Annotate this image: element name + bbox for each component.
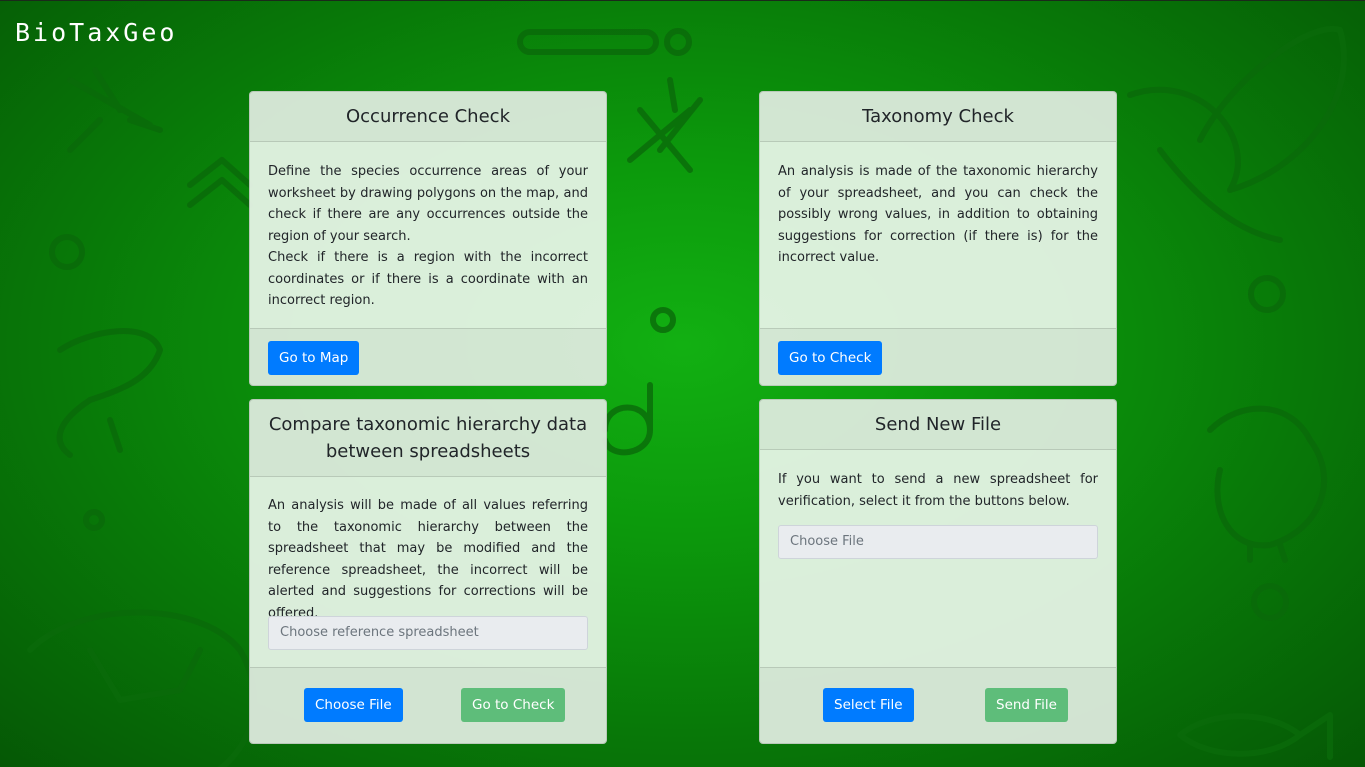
snail-decoration bbox=[602, 382, 653, 456]
turtle-decoration bbox=[27, 609, 257, 767]
send-new-file-card: Send New File If you want to send a new … bbox=[759, 399, 1117, 744]
new-file-placeholder: Choose File bbox=[790, 534, 864, 549]
circle-decoration bbox=[49, 234, 85, 270]
occurrence-check-description: Define the species occurrence areas of y… bbox=[268, 164, 588, 244]
send-new-file-title: Send New File bbox=[874, 414, 1002, 435]
send-new-file-body: If you want to send a new spreadsheet fo… bbox=[760, 450, 1116, 512]
circle-decoration bbox=[1251, 583, 1289, 621]
select-file-button[interactable]: Select File bbox=[823, 688, 914, 722]
taxonomy-check-title: Taxonomy Check bbox=[862, 106, 1014, 127]
go-to-map-button[interactable]: Go to Map bbox=[268, 341, 360, 375]
compare-spreadsheets-header: Compare taxonomic hierarchy data between… bbox=[250, 400, 606, 477]
compare-spreadsheets-card: Compare taxonomic hierarchy data between… bbox=[249, 399, 607, 744]
occurrence-check-header: Occurrence Check bbox=[250, 92, 606, 142]
taxonomy-check-card: Taxonomy Check An analysis is made of th… bbox=[759, 91, 1117, 386]
circle-decoration bbox=[664, 28, 692, 56]
rooster-decoration bbox=[1207, 405, 1328, 563]
fish-decoration bbox=[1177, 712, 1333, 760]
occurrence-check-description-2: Check if there is a region with the inco… bbox=[268, 250, 588, 308]
background-animal-pattern bbox=[27, 25, 1347, 767]
app-brand-logo[interactable]: BioTaxGeo bbox=[15, 18, 177, 47]
occurrence-check-footer: Go to Map bbox=[250, 328, 606, 385]
butterfly-decoration bbox=[1127, 25, 1347, 243]
compare-spreadsheets-title: Compare taxonomic hierarchy data between… bbox=[268, 414, 588, 462]
reference-spreadsheet-input[interactable]: Choose reference spreadsheet bbox=[268, 616, 588, 650]
pill-shape-decoration bbox=[517, 29, 659, 55]
compare-go-to-check-button[interactable]: Go to Check bbox=[461, 688, 566, 722]
send-new-file-description: If you want to send a new spreadsheet fo… bbox=[778, 472, 1098, 509]
circle-decoration bbox=[650, 307, 676, 333]
occurrence-check-card: Occurrence Check Define the species occu… bbox=[249, 91, 607, 386]
compare-spreadsheets-body: An analysis will be made of all values r… bbox=[250, 477, 606, 624]
taxonomy-go-to-check-button[interactable]: Go to Check bbox=[778, 341, 883, 375]
choose-reference-file-button[interactable]: Choose File bbox=[304, 688, 403, 722]
circle-decoration bbox=[83, 509, 105, 531]
send-file-button[interactable]: Send File bbox=[985, 688, 1068, 722]
compare-spreadsheets-description: An analysis will be made of all values r… bbox=[268, 498, 588, 621]
chevron-decoration bbox=[187, 157, 253, 208]
taxonomy-check-description: An analysis is made of the taxonomic hie… bbox=[778, 164, 1098, 265]
compare-spreadsheets-footer: Choose File Go to Check bbox=[250, 667, 606, 743]
taxonomy-check-footer: Go to Check bbox=[760, 328, 1116, 385]
reference-spreadsheet-placeholder: Choose reference spreadsheet bbox=[280, 625, 479, 640]
send-new-file-header: Send New File bbox=[760, 400, 1116, 450]
send-new-file-footer: Select File Send File bbox=[760, 667, 1116, 743]
occurrence-check-body: Define the species occurrence areas of y… bbox=[250, 142, 606, 312]
frog-decoration bbox=[56, 328, 163, 458]
occurrence-check-title: Occurrence Check bbox=[345, 106, 510, 127]
circle-decoration bbox=[1248, 275, 1286, 313]
new-file-input[interactable]: Choose File bbox=[778, 525, 1098, 559]
mosquito-decoration bbox=[67, 67, 163, 153]
window-top-border bbox=[0, 0, 1365, 1]
mosquito-decoration bbox=[627, 77, 703, 173]
taxonomy-check-header: Taxonomy Check bbox=[760, 92, 1116, 142]
taxonomy-check-body: An analysis is made of the taxonomic hie… bbox=[760, 142, 1116, 269]
